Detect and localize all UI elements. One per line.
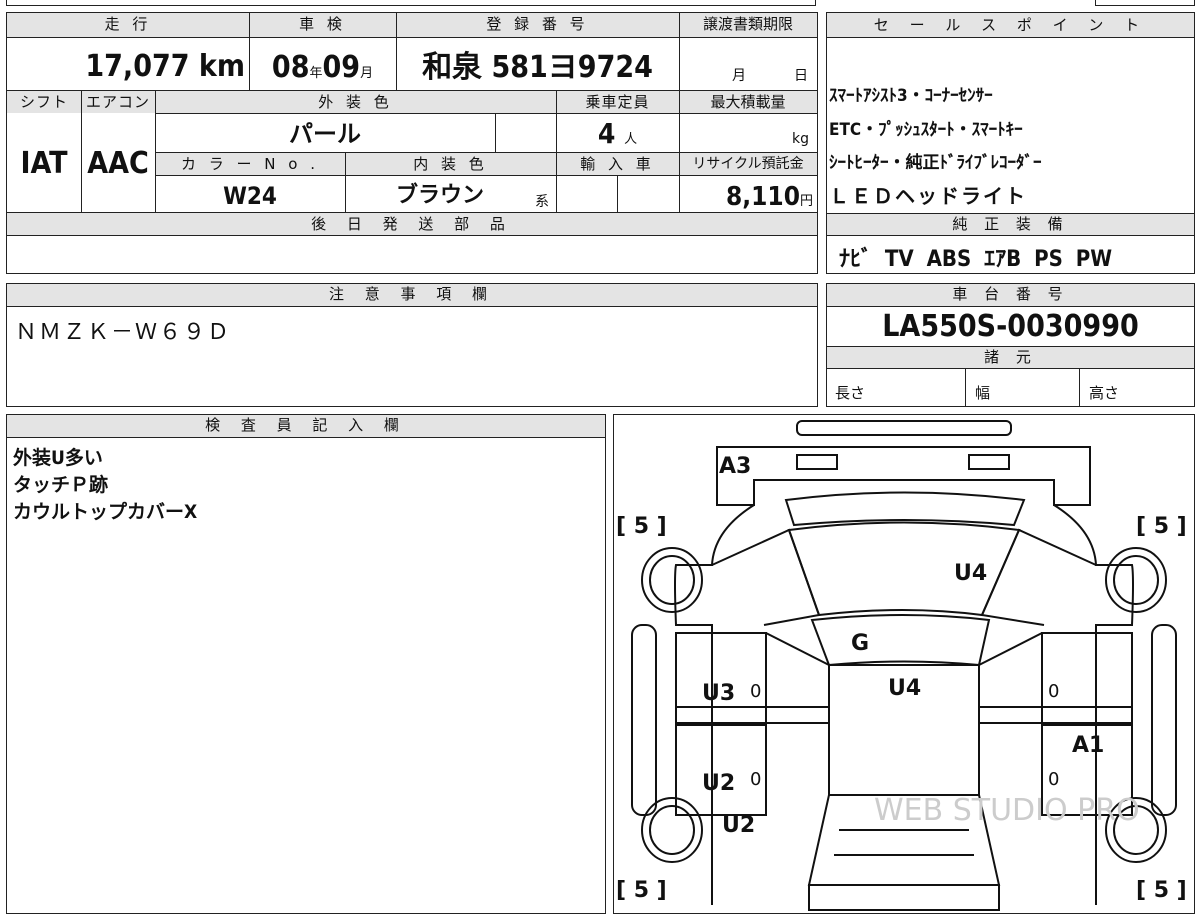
car-diagram: WEB STUDIO PRO A3 U4 G U4 U3 U2 U2 A1 0 … (616, 420, 1187, 911)
mark-zero: 0 (750, 681, 761, 702)
recycle-label: リサイクル預託金 (679, 153, 817, 175)
specs-header: 諸 元 (827, 347, 1194, 369)
import-label: 輸 入 車 (556, 153, 679, 175)
inspector-line: カウルトップカバーX (13, 501, 198, 523)
aircon-value: AAC (87, 146, 149, 181)
color-no-value: W24 (223, 182, 277, 210)
shaken-label: 車 検 (249, 13, 396, 37)
sales-points-header: セ ー ル ス ポ イ ン ト (827, 13, 1194, 38)
deadline-month-unit: 月 (732, 68, 746, 84)
interior-color-label: 内 装 色 (345, 153, 556, 175)
mark-u3: U3 (702, 681, 735, 706)
mark-a3: A3 (719, 454, 751, 479)
top-cut-strip (0, 0, 1200, 8)
deadline-day-unit: 日 (794, 68, 808, 84)
mark-zero: 0 (750, 769, 761, 790)
aircon-label: エアコン (81, 91, 155, 113)
tire-rating-rear-right: [ 5 ] (1136, 514, 1187, 539)
watermark: WEB STUDIO PRO (874, 793, 1140, 828)
equipment-items: ﾅﾋﾞ TV ABS ｴｱB PS PW (839, 247, 1113, 272)
chassis-header: 車 台 番 号 (827, 284, 1194, 307)
sales-point-line: ETC・ﾌﾟｯｼｭｽﾀｰﾄ・ｽﾏｰﾄｷｰ (829, 120, 1023, 140)
notes-box: 注 意 事 項 欄 ＮＭＺＫ－Ｗ６９Ｄ (6, 283, 818, 407)
tire-rating-front-left: [ 5 ] (616, 878, 667, 903)
inspector-box: 検 査 員 記 入 欄 外装U多い タッチＰ跡 カウルトップカバーX (6, 414, 606, 914)
sales-points-box: セ ー ル ス ポ イ ン ト ｽﾏｰﾄｱｼｽﾄ3・ｺｰﾅｰｾﾝｻｰ ETC・ﾌ… (826, 12, 1195, 274)
registration-label: 登 録 番 号 (396, 13, 679, 37)
sales-point-line: ｼｰﾄﾋｰﾀｰ・純正ﾄﾞﾗｲﾌﾞﾚｺｰﾀﾞｰ (829, 153, 1042, 173)
mark-g: G (851, 631, 869, 656)
mark-zero: 0 (1048, 769, 1059, 790)
equipment-header: 純 正 装 備 (827, 214, 1194, 236)
sales-point-line: ＬＥＤヘッドライト (829, 184, 1027, 208)
shift-value: IAT (20, 146, 68, 181)
interior-suffix: 系 (535, 194, 549, 210)
notes-header: 注 意 事 項 欄 (7, 284, 817, 307)
chassis-box: 車 台 番 号 LA550S-0030990 諸 元 長さ 幅 高さ (826, 283, 1195, 407)
mark-u2-door: U2 (702, 771, 735, 796)
inspector-line: 外装U多い (13, 447, 103, 469)
inspector-line: タッチＰ跡 (13, 474, 109, 496)
vehicle-info-table: 走 行 車 検 登 録 番 号 譲渡書類期限 17,077 km 08年09月 … (6, 12, 818, 274)
recycle-fee-value: 8,110円 (725, 182, 813, 212)
exterior-color-value: パール (289, 120, 361, 148)
mileage-label: 走 行 (7, 13, 249, 37)
chassis-number: LA550S-0030990 (882, 309, 1139, 344)
height-label: 高さ (1089, 384, 1120, 402)
mark-zero: 0 (1048, 681, 1059, 702)
max-load-unit: kg (792, 131, 809, 147)
notes-text: ＮＭＺＫ－Ｗ６９Ｄ (15, 320, 232, 345)
mileage-value: 17,077 km (85, 49, 245, 84)
mark-a1: A1 (1072, 733, 1104, 758)
registration-value: 和泉 581ヨ9724 (422, 50, 653, 85)
length-label: 長さ (835, 384, 866, 402)
inspector-header: 検 査 員 記 入 欄 (7, 415, 605, 438)
shift-label: シフト (7, 91, 81, 113)
color-no-label: カ ラ ー N o . (155, 153, 345, 175)
sales-point-line: ｽﾏｰﾄｱｼｽﾄ3・ｺｰﾅｰｾﾝｻｰ (829, 86, 993, 106)
damage-diagram-box: WEB STUDIO PRO A3 U4 G U4 U3 U2 U2 A1 0 … (613, 414, 1195, 914)
capacity-label: 乗車定員 (556, 91, 679, 113)
mark-u4-hood: U4 (888, 676, 921, 701)
exterior-color-label: 外 装 色 (155, 91, 556, 113)
transfer-deadline-label: 譲渡書類期限 (679, 13, 817, 37)
width-label: 幅 (975, 384, 991, 402)
tire-rating-front-right: [ 5 ] (1136, 878, 1187, 903)
mark-u2-fender: U2 (722, 813, 755, 838)
tire-rating-rear-left: [ 5 ] (616, 514, 667, 539)
shaken-value: 08年09月 (271, 50, 374, 85)
capacity-value: 4 人 (597, 117, 638, 150)
max-load-label: 最大積載量 (679, 91, 817, 113)
mark-u4-roof: U4 (954, 561, 987, 586)
interior-color-value: ブラウン (395, 183, 484, 208)
later-parts-label: 後 日 発 送 部 品 (7, 213, 817, 235)
